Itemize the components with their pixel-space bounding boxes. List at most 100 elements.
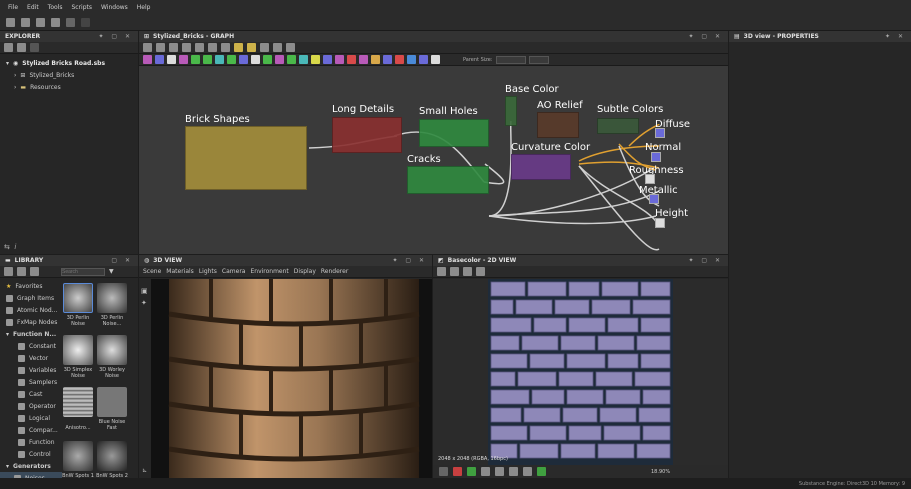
frame-ao-relief[interactable]	[537, 112, 579, 138]
chevron-down-icon[interactable]: ▾	[6, 463, 9, 470]
output-node-height[interactable]	[655, 218, 665, 228]
save-icon[interactable]	[450, 267, 459, 276]
tile-icon[interactable]	[495, 467, 504, 476]
library-item-constant[interactable]: Constant	[0, 340, 62, 352]
node-text2-icon[interactable]	[383, 55, 392, 64]
move-icon[interactable]	[156, 43, 165, 52]
output-node-metallic[interactable]	[649, 194, 659, 204]
frame-icon[interactable]	[143, 43, 152, 52]
info-icon[interactable]	[509, 467, 518, 476]
chevron-down-icon[interactable]: ▾	[6, 60, 9, 67]
node-output-icon[interactable]	[395, 55, 404, 64]
library-category-generators[interactable]: ▾ Generators	[0, 460, 62, 472]
save-icon[interactable]	[51, 17, 60, 27]
grid-icon[interactable]	[221, 43, 230, 52]
thumb-blue-noise-fast[interactable]	[97, 387, 127, 417]
library-item-control[interactable]: Control	[0, 448, 62, 460]
node-shuffle-icon[interactable]	[275, 55, 284, 64]
settings-icon[interactable]	[17, 267, 26, 276]
grid-icon[interactable]	[481, 467, 490, 476]
view3d-menu-lights[interactable]: Lights	[199, 268, 217, 275]
green-channel-icon[interactable]	[467, 467, 476, 476]
undo-icon[interactable]	[66, 17, 75, 27]
node-frame-icon[interactable]	[419, 55, 428, 64]
node-input-icon[interactable]	[407, 55, 416, 64]
node-normal-icon[interactable]	[239, 55, 248, 64]
panel-controls[interactable]: ✦ ▢ ✕	[688, 33, 723, 40]
library-item-operator[interactable]: Operator	[0, 400, 62, 412]
output-node-diffuse[interactable]	[655, 128, 665, 138]
frame-long-details[interactable]	[332, 117, 402, 153]
zoom-level[interactable]: 18.90%	[651, 469, 670, 475]
node-blend-icon[interactable]	[143, 55, 152, 64]
thumb-3d-worley-noise[interactable]	[97, 335, 127, 365]
parent-size-select[interactable]	[495, 55, 526, 64]
node-levels-icon[interactable]	[155, 55, 164, 64]
color-picker-icon[interactable]	[537, 467, 546, 476]
panel-controls[interactable]: ✦ ▢ ✕	[392, 257, 427, 264]
thumb-3d-simplex-noise[interactable]	[63, 335, 93, 365]
parent-size-select-2[interactable]	[528, 55, 549, 64]
light-icon[interactable]: ✦	[141, 297, 148, 309]
copy-icon[interactable]	[463, 267, 472, 276]
frame-base-color[interactable]	[505, 96, 517, 126]
new-graph-icon[interactable]	[21, 17, 30, 27]
library-category-fxmap-nodes[interactable]: FxMap Nodes	[0, 316, 62, 328]
view2d-canvas[interactable]: 2048 x 2048 (RGBA, 16bpc)	[433, 279, 728, 465]
library-item-function[interactable]: Function	[0, 436, 62, 448]
camera-icon[interactable]	[169, 43, 178, 52]
panel-controls[interactable]: ✦ ✕	[885, 33, 906, 40]
filter-dropdown-icon[interactable]: ▼	[109, 268, 114, 275]
library-category-favorites[interactable]: ★ Favorites	[0, 280, 62, 292]
sync-icon[interactable]	[30, 43, 39, 52]
panel-controls[interactable]: ▢ ✕	[111, 257, 133, 264]
node-gradient-icon[interactable]	[191, 55, 200, 64]
histogram-icon[interactable]	[523, 467, 532, 476]
expand-icon[interactable]	[286, 43, 295, 52]
pin-icon[interactable]	[273, 43, 282, 52]
bolt-icon[interactable]	[247, 43, 256, 52]
graph-row[interactable]: › ⊞ Stylized_Bricks	[6, 69, 132, 81]
pencil-icon[interactable]	[30, 267, 39, 276]
library-item-samplers[interactable]: Samplers	[0, 376, 62, 388]
node-transform-icon[interactable]	[179, 55, 188, 64]
search-icon[interactable]	[195, 43, 204, 52]
view3d-menu-materials[interactable]: Materials	[166, 268, 194, 275]
view3d-menu-camera[interactable]: Camera	[222, 268, 246, 275]
menu-windows[interactable]: Windows	[101, 4, 128, 11]
node-hsl-icon[interactable]	[215, 55, 224, 64]
menu-edit[interactable]: Edit	[27, 4, 39, 11]
library-item-logical[interactable]: Logical	[0, 412, 62, 424]
node-grayscale-icon[interactable]	[227, 55, 236, 64]
menu-help[interactable]: Help	[137, 4, 151, 11]
library-category-atomic-nodes[interactable]: Atomic Nod...	[0, 304, 62, 316]
node-text-icon[interactable]	[323, 55, 332, 64]
frame-cracks[interactable]	[407, 166, 489, 194]
info-icon[interactable]	[182, 43, 191, 52]
node-edge-icon[interactable]	[311, 55, 320, 64]
node-uniform-icon[interactable]	[167, 55, 176, 64]
redo-icon[interactable]	[81, 17, 90, 27]
link-icon[interactable]	[476, 267, 485, 276]
node-curve-icon[interactable]	[263, 55, 272, 64]
library-item-vector[interactable]: Vector	[0, 352, 62, 364]
new-icon[interactable]	[4, 43, 13, 52]
node-comment-icon[interactable]	[431, 55, 440, 64]
camera-icon[interactable]: ▣	[141, 285, 148, 297]
filter-icon[interactable]	[4, 267, 13, 276]
thumb-3d-perlin-noise[interactable]	[63, 283, 93, 313]
thumb-anisotropic-noise[interactable]	[63, 387, 93, 417]
menu-scripts[interactable]: Scripts	[71, 4, 92, 11]
view3d-menu-renderer[interactable]: Renderer	[321, 268, 348, 275]
graph-canvas[interactable]: Brick Shapes Long Details Small Holes Cr…	[139, 66, 728, 254]
panel-controls[interactable]: ✦ ▢ ✕	[688, 257, 723, 264]
node-emboss-icon[interactable]	[251, 55, 260, 64]
frame-small-holes[interactable]	[419, 119, 489, 147]
node-pixel-icon[interactable]	[347, 55, 356, 64]
settings-icon[interactable]	[17, 43, 26, 52]
menu-file[interactable]: File	[8, 4, 18, 11]
red-channel-icon[interactable]	[453, 467, 462, 476]
link-icon[interactable]	[234, 43, 243, 52]
library-item-comparison[interactable]: Compar...	[0, 424, 62, 436]
align-icon[interactable]	[208, 43, 217, 52]
